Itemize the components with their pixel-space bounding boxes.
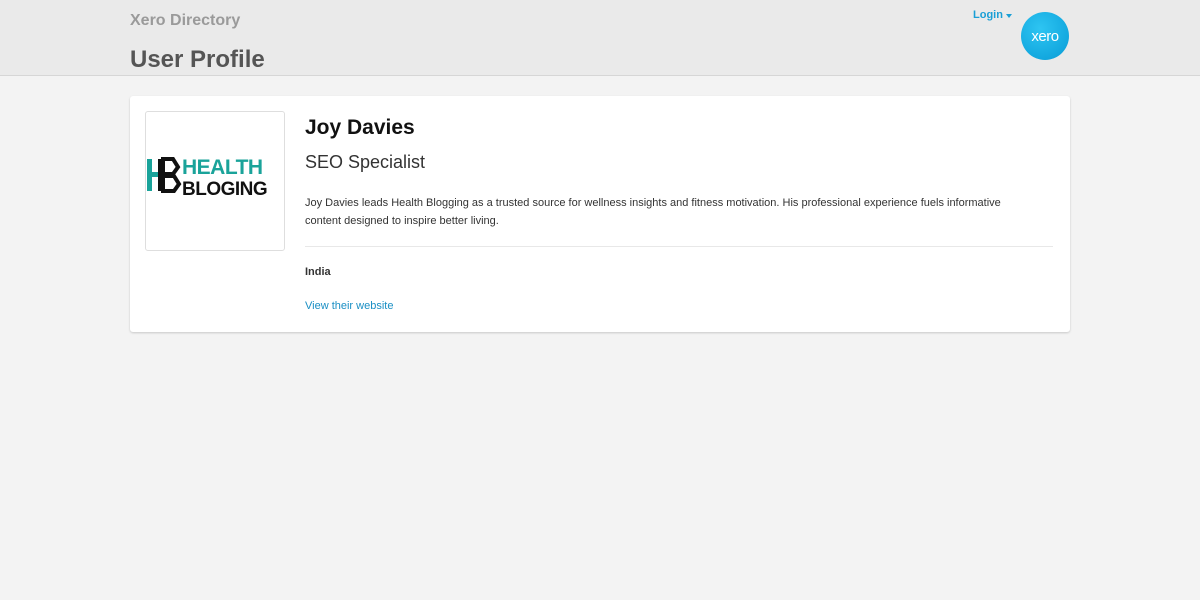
profile-bio: Joy Davies leads Health Blogging as a tr… xyxy=(305,197,1001,227)
divider xyxy=(305,246,1053,247)
company-logo: HEALTH BLOGING xyxy=(145,111,285,251)
profile-role: SEO Specialist xyxy=(305,152,426,172)
login-dropdown[interactable]: Login xyxy=(973,9,1012,21)
brand-title[interactable]: Xero Directory xyxy=(130,12,240,30)
profile-country: India xyxy=(305,266,331,278)
health-blogging-logo-icon: HEALTH BLOGING xyxy=(147,156,268,200)
website-link[interactable]: View their website xyxy=(305,300,393,312)
xero-logo-text: xero xyxy=(1031,27,1059,45)
profile-name: Joy Davies xyxy=(305,116,415,139)
logo-line2: BLOGING xyxy=(182,179,267,200)
logo-line1: HEALTH xyxy=(182,156,263,179)
page-title: User Profile xyxy=(130,46,265,73)
login-label[interactable]: Login xyxy=(973,9,1003,21)
top-header: Xero Directory User Profile Login xero xyxy=(0,0,1200,76)
profile-card: HEALTH BLOGING Joy Davies SEO Specialist… xyxy=(130,96,1070,332)
xero-logo[interactable]: xero xyxy=(1021,12,1069,60)
caret-down-icon[interactable] xyxy=(1005,13,1012,18)
